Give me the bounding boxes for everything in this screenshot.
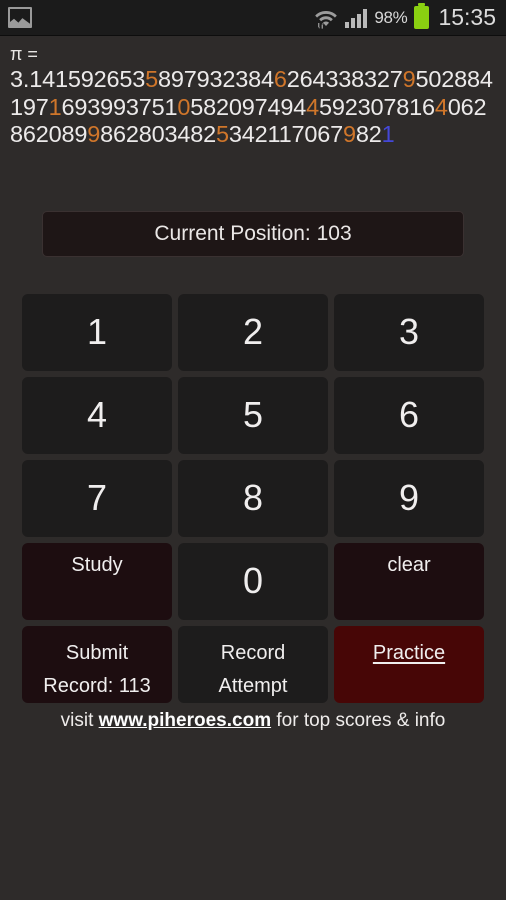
key-7[interactable]: 7 — [22, 459, 172, 537]
key-2[interactable]: 2 — [178, 293, 328, 371]
keypad-row-5: Submit Record: 113 Record Attempt Practi… — [22, 625, 484, 703]
status-bar: 98% 15:35 — [0, 0, 506, 36]
record-attempt-line1: Record — [220, 641, 286, 664]
submit-record-button[interactable]: Submit Record: 113 — [22, 625, 172, 703]
key-5[interactable]: 5 — [178, 376, 328, 454]
key-0[interactable]: 0 — [178, 542, 328, 620]
keypad-row-2: 4 5 6 — [22, 376, 484, 454]
pi-label: π = — [10, 44, 38, 64]
footer-after: for top scores & info — [271, 709, 446, 731]
key-4[interactable]: 4 — [22, 376, 172, 454]
pi-digit-stream: 3.14159265358979323846264338327950288419… — [10, 66, 493, 147]
keypad-row-1: 1 2 3 — [22, 293, 484, 371]
app-root: 98% 15:35 π = 3.141592653589793238462643… — [0, 0, 506, 900]
gallery-icon — [8, 7, 32, 28]
submit-record-line2: Record: 113 — [43, 674, 151, 697]
wifi-icon — [314, 7, 338, 29]
footer-before: visit — [60, 709, 99, 731]
status-bar-left — [8, 7, 32, 28]
key-1[interactable]: 1 — [22, 293, 172, 371]
current-position-display: Current Position: 103 — [42, 210, 464, 257]
key-6[interactable]: 6 — [334, 376, 484, 454]
practice-button[interactable]: Practice — [334, 625, 484, 703]
status-bar-clock: 15:35 — [438, 4, 496, 30]
pi-digits-panel: π = 3.1415926535897932384626433832795028… — [0, 36, 506, 149]
keypad-row-4: Study 0 clear — [22, 542, 484, 620]
record-attempt-line2: Attempt — [218, 674, 288, 697]
battery-icon — [414, 3, 430, 29]
signal-bars-icon — [345, 8, 368, 28]
footer-note: visit www.piheroes.com for top scores & … — [0, 710, 506, 732]
key-9[interactable]: 9 — [334, 459, 484, 537]
clear-button[interactable]: clear — [334, 542, 484, 620]
key-3[interactable]: 3 — [334, 293, 484, 371]
keypad: 1 2 3 4 5 6 7 8 9 Study 0 clear Submit R… — [0, 293, 506, 703]
current-position-wrap: Current Position: 103 — [0, 210, 506, 257]
key-8[interactable]: 8 — [178, 459, 328, 537]
battery-percent: 98% — [374, 7, 408, 27]
record-attempt-button[interactable]: Record Attempt — [178, 625, 328, 703]
practice-label: Practice — [372, 641, 446, 664]
submit-record-line1: Submit — [65, 641, 129, 664]
piheroes-link[interactable]: www.piheroes.com — [99, 710, 271, 731]
study-button[interactable]: Study — [22, 542, 172, 620]
status-bar-right: 98% 15:35 — [314, 3, 496, 31]
keypad-row-3: 7 8 9 — [22, 459, 484, 537]
